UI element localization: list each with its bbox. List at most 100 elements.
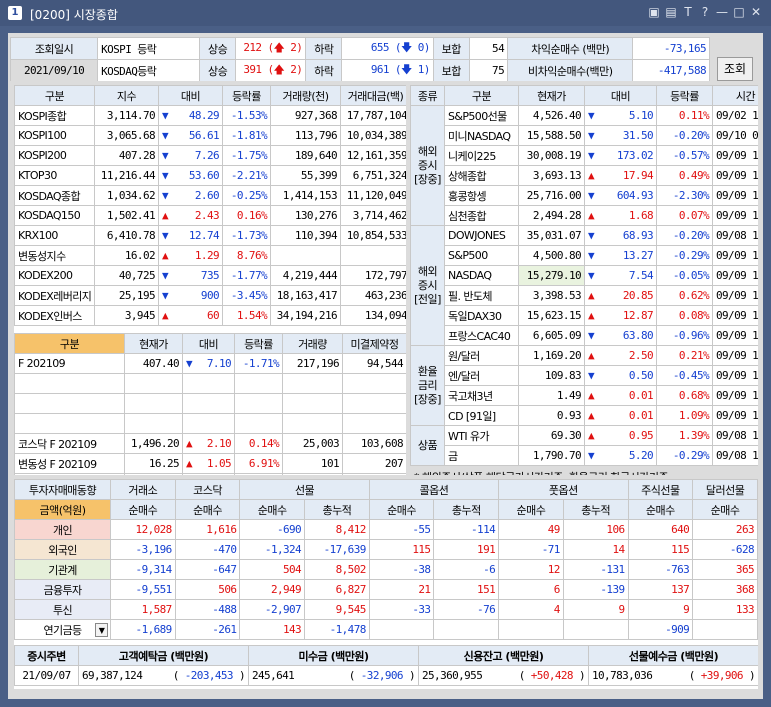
window-tool-icon[interactable]: □ bbox=[732, 5, 746, 19]
futures-row[interactable] bbox=[14, 373, 406, 394]
investor-value: -1,689 bbox=[110, 619, 176, 640]
etf-row[interactable]: KODEX레버리지 25,195 ▼ 900 -3.45% 18,163,417 463,2… bbox=[14, 285, 406, 306]
world-row[interactable]: 해외 증시 [전일] DOWJONES 35,031.07 ▼ 68.93 -0.20% 0… bbox=[410, 225, 758, 346]
index-row[interactable]: 변동성지수 16.02 ▲ 1.29 8.76% bbox=[14, 245, 406, 266]
arb-value: -417,588 bbox=[632, 59, 710, 81]
deposit-table-panel: 증시주변 고객예탁금 (백만원) 미수금 (백만원) 신용잔고 (백만원) 선물예수금 … bbox=[14, 645, 758, 689]
cell bbox=[234, 373, 283, 394]
investor-subheader: 총누적 bbox=[562, 499, 629, 520]
window-tool-icon[interactable]: ? bbox=[698, 5, 712, 19]
investor-value: 6 bbox=[498, 579, 564, 600]
investor-row[interactable]: 외국인 -3,196 -470 -1,324 -17,639 115 191 -71 14 115… bbox=[14, 539, 758, 560]
investor-row[interactable]: 연기금등 ▼ -1,689 -261 143 -1,478 -909 bbox=[14, 619, 758, 640]
change-cell: ▲ 12.87 bbox=[584, 305, 657, 326]
deposit-row[interactable]: 21/09/07 69,387,124( -203,453 ) 245,641( -… bbox=[14, 665, 758, 686]
cell: WTI 유가 bbox=[444, 425, 519, 446]
cell: 0.21% bbox=[234, 473, 283, 475]
world-row[interactable]: 국고채3년1.49▲0.010.68%09/09 16:00 bbox=[411, 385, 758, 406]
world-row[interactable]: NASDAQ15,279.10▼7.54-0.05%09/09 15:24 bbox=[411, 265, 758, 286]
index-row[interactable]: KOSDAQ종합 1,034.62 ▼ 2.60 -0.25% 1,414,153 11,1… bbox=[14, 185, 406, 206]
index-row[interactable]: KOSPI100 3,065.68 ▼ 56.61 -1.81% 113,796 10,03… bbox=[14, 125, 406, 146]
cell: 17,787,104 bbox=[340, 105, 406, 126]
futures-row[interactable]: F 202109 407.40 ▼ 7.10 -1.71% 217,196 94,544 bbox=[14, 353, 406, 374]
world-row[interactable]: S&P5004,500.80▼13.27-0.29%09/09 15:29 bbox=[411, 245, 758, 266]
cell: 6,605.09 bbox=[518, 325, 585, 346]
investor-value: -71 bbox=[498, 539, 564, 560]
etf-row[interactable]: KODEX인버스 3,945 ▲ 60 1.54% 34,194,216 134,094 bbox=[14, 305, 406, 326]
investor-row[interactable]: 기관계 -9,314 -647 504 8,502 -38 -6 12 -131 -763 365 bbox=[14, 559, 758, 580]
change-cell: ▼ 31.50 bbox=[584, 125, 657, 146]
futures-row[interactable]: 야간 F 202112407.30▲0.850.21%5,642 bbox=[14, 473, 406, 475]
window-tool-icon[interactable]: ▣ bbox=[647, 5, 661, 19]
cell: 변동성지수 bbox=[14, 245, 95, 266]
cell: 필. 반도체 bbox=[444, 285, 519, 306]
flat-count: 75 bbox=[468, 59, 509, 81]
main-panel: 조회일시 KOSPI 등락 상승 212 (🡅 2) 하락 655 (🡇 0) 보합 54 차익… bbox=[8, 33, 763, 699]
window-tool-icon[interactable]: T bbox=[681, 5, 695, 19]
investor-subheader: 순매수 bbox=[498, 499, 564, 520]
investor-row[interactable]: 투신 1,587 -488 -2,907 9,545 -33 -76 4 9 9 133 bbox=[14, 599, 758, 620]
futures-row[interactable]: 변동성 F 202109 16.25 ▲ 1.05 6.91% 101 207 bbox=[14, 453, 406, 474]
world-row[interactable]: 상해종합3,693.13▲17.940.49%09/09 15:01 bbox=[411, 165, 758, 186]
limit-down-icon: 🡇 bbox=[400, 41, 412, 54]
window-tool-icon[interactable]: — bbox=[715, 5, 729, 19]
investor-value: 640 bbox=[627, 519, 694, 540]
query-button[interactable]: 조회 bbox=[717, 57, 753, 81]
cell: 심천종합 bbox=[444, 205, 519, 226]
world-row[interactable]: 홍콩항셍25,716.00▼604.93-2.30%09/09 16:08 bbox=[411, 185, 758, 206]
world-row[interactable]: 미니NASDAQ15,588.50▼31.50-0.20%09/10 04:29 bbox=[411, 125, 758, 146]
world-row[interactable]: 니케이22530,008.19▼173.02-0.57%09/09 15:00 bbox=[411, 145, 758, 166]
investor-value: -690 bbox=[239, 519, 306, 540]
world-row[interactable]: 심천종합2,494.28▲1.680.07%09/09 15:00 bbox=[411, 205, 758, 226]
world-row[interactable]: 필. 반도체3,398.53▲20.850.62%09/09 15:24 bbox=[411, 285, 758, 306]
index-row[interactable]: KOSPI종합 3,114.70 ▼ 48.29 -1.53% 927,368 17,787… bbox=[14, 105, 406, 126]
window-tool-icon[interactable]: ✕ bbox=[749, 5, 763, 19]
investor-row[interactable]: 개인 12,028 1,616 -690 8,412 -55 -114 49 106 640 263 bbox=[14, 519, 758, 540]
investor-value: -261 bbox=[174, 619, 241, 640]
investor-label[interactable]: 연기금등 ▼ bbox=[14, 619, 111, 640]
futures-row[interactable] bbox=[14, 413, 406, 434]
futures-row[interactable] bbox=[14, 393, 406, 414]
window-title: [0200] 시장종합 bbox=[30, 8, 118, 22]
change-cell: ▲ 1.05 bbox=[182, 453, 235, 474]
dropdown-arrow-icon[interactable]: ▼ bbox=[95, 623, 108, 637]
cell: 0.68% bbox=[656, 385, 713, 406]
cell: KOSPI종합 bbox=[14, 105, 95, 126]
index-row[interactable]: KRX100 6,410.78 ▼ 12.74 -1.73% 110,394 10,854,… bbox=[14, 225, 406, 246]
world-row[interactable]: 상품WTI 유가69.30▲0.951.39%09/08 16:00 bbox=[410, 425, 758, 466]
world-row[interactable]: 엔/달러109.83▼0.50-0.45%09/09 16:00 bbox=[411, 365, 758, 386]
deposit-value: 10,783,036( +39,906 ) bbox=[588, 665, 758, 686]
cell: 5,642 bbox=[282, 473, 343, 475]
cell: 407.40 bbox=[124, 353, 183, 374]
world-row[interactable]: CD [91일]0.93▲0.011.09%09/09 16:00 bbox=[411, 405, 758, 426]
investor-subheader: 순매수 bbox=[174, 499, 241, 520]
world-row[interactable]: 금1,790.70▼5.20-0.29%09/08 16:00 bbox=[411, 445, 758, 466]
window-tool-icon[interactable]: ▤ bbox=[664, 5, 678, 19]
investor-value bbox=[692, 619, 758, 640]
investor-row[interactable]: 금융투자 -9,551 506 2,949 6,827 21 151 6 -139 137 368 bbox=[14, 579, 758, 600]
cell: 09/08 16:00 bbox=[712, 445, 758, 466]
limit-up-icon: 🡅 bbox=[273, 41, 285, 54]
index-row[interactable]: KOSPI200 407.28 ▼ 7.26 -1.75% 189,640 12,161,3… bbox=[14, 145, 406, 166]
change-cell: ▼ 7.54 bbox=[584, 265, 657, 286]
world-row[interactable]: 프랑스CAC406,605.09▼63.80-0.96%09/09 16:00 bbox=[411, 325, 758, 346]
index-row[interactable]: KTOP30 11,216.44 ▼ 53.60 -2.21% 55,399 6,751,3… bbox=[14, 165, 406, 186]
cell: 09/09 15:00 bbox=[712, 205, 758, 226]
down-label: 하락 bbox=[305, 37, 343, 60]
cell: 09/09 15:30 bbox=[712, 345, 758, 366]
world-row[interactable]: 해외 증시 [장중] S&P500선물 4,526.40 ▼ 5.10 0.11% 09/0… bbox=[410, 105, 758, 226]
investor-value: -647 bbox=[174, 559, 241, 580]
down-label: 하락 bbox=[305, 59, 343, 81]
investor-subheader: 순매수 bbox=[692, 499, 758, 520]
cell: 113,796 bbox=[270, 125, 341, 146]
investor-label: 개인 bbox=[14, 519, 111, 540]
world-row[interactable]: 환율 금리 [장중]원/달러1,169.20▲2.500.21%09/09 15… bbox=[410, 345, 758, 426]
investor-value: 12,028 bbox=[110, 519, 176, 540]
etf-row[interactable]: KODEX200 40,725 ▼ 735 -1.77% 4,219,444 172,797 bbox=[14, 265, 406, 286]
cell: 1,414,153 bbox=[270, 185, 341, 206]
title-bar[interactable]: 1 [0200] 시장종합 ▣ ▤ T? — □ ✕ bbox=[0, 0, 771, 26]
investor-value: -763 bbox=[627, 559, 694, 580]
index-row[interactable]: KOSDAQ150 1,502.41 ▲ 2.43 0.16% 130,276 3,714,… bbox=[14, 205, 406, 226]
futures-row[interactable]: 코스닥 F 202109 1,496.20 ▲ 2.10 0.14% 25,003 103,… bbox=[14, 433, 406, 454]
world-row[interactable]: 독일DAX3015,623.15▲12.870.08%09/09 16:00 bbox=[411, 305, 758, 326]
